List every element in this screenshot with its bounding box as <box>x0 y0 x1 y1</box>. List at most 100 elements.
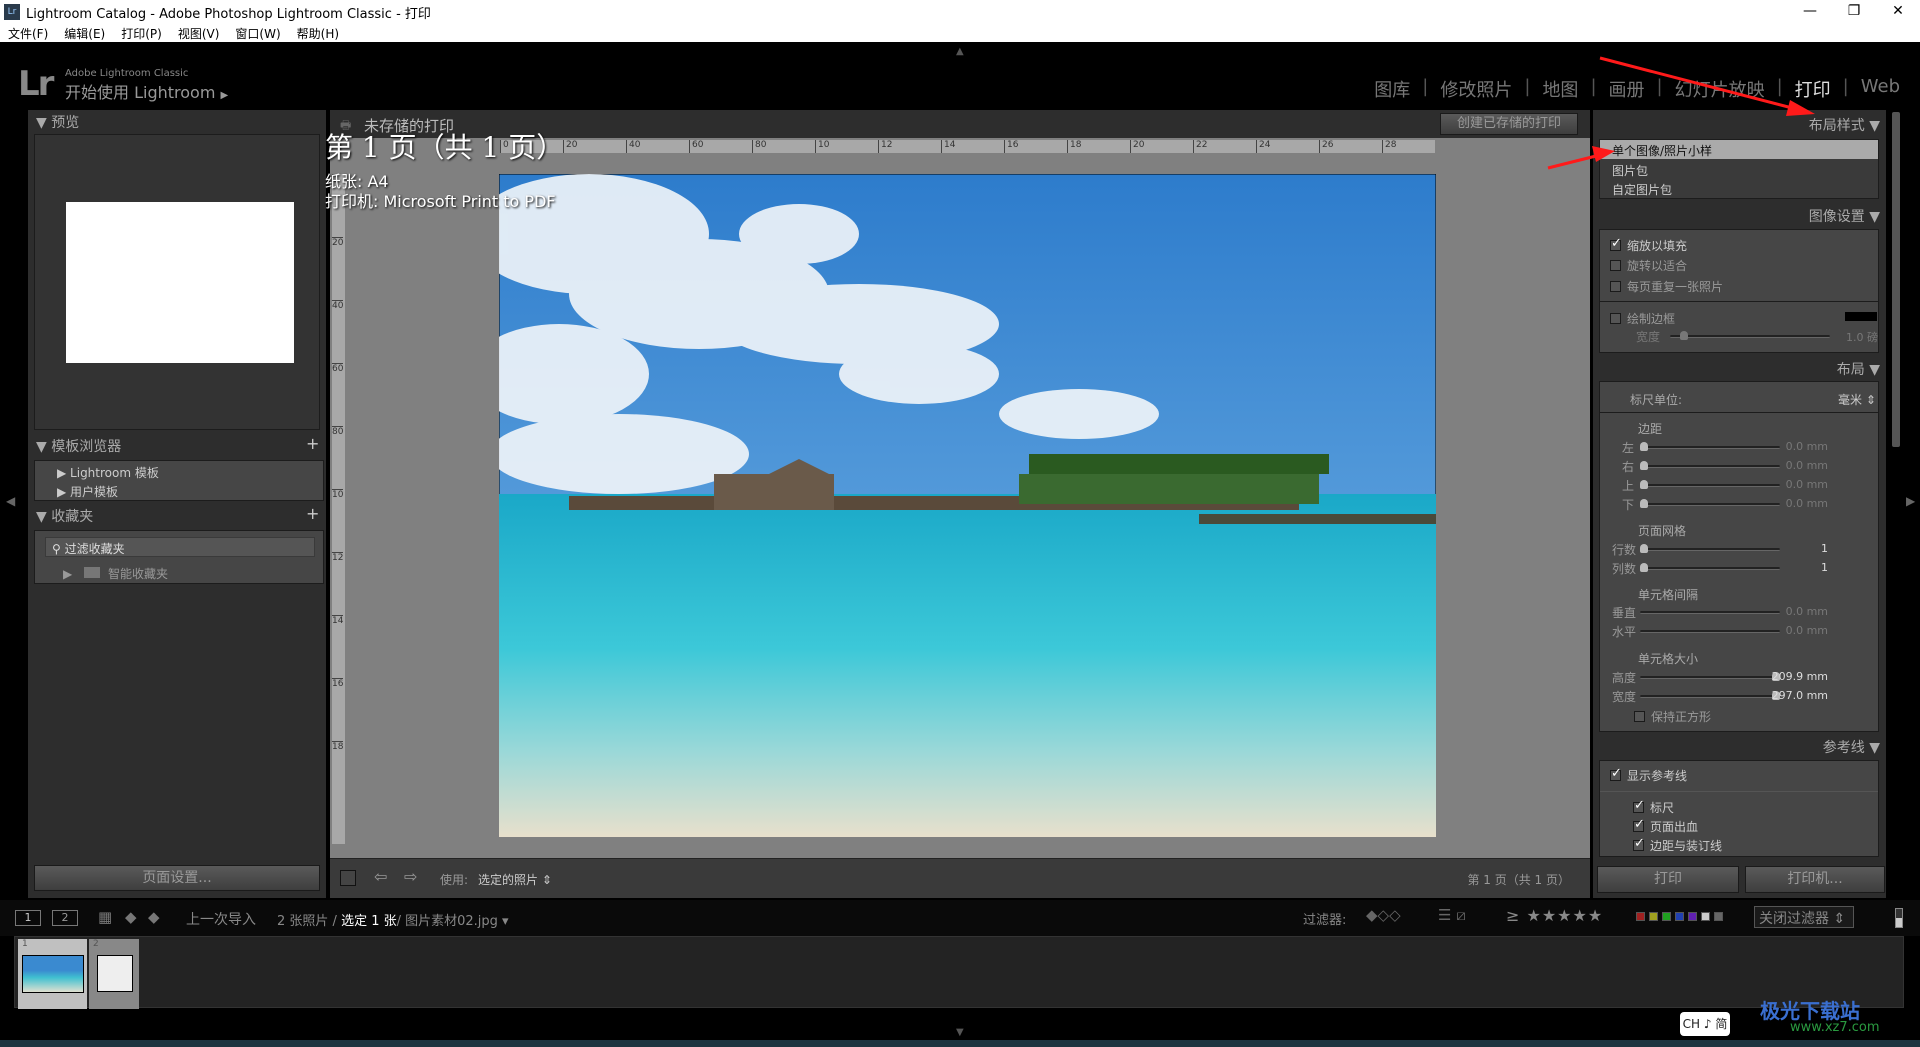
add-collection-icon[interactable]: + <box>306 504 319 523</box>
slider[interactable] <box>1640 630 1780 633</box>
filmstrip-info[interactable]: 2 张照片 / 选定 1 张/ 图片素材02.jpg ▾ <box>277 910 509 929</box>
module-web[interactable]: Web <box>1861 76 1900 102</box>
module-develop[interactable]: 修改照片 <box>1440 76 1512 102</box>
collapse-top-icon[interactable]: ▲ <box>956 46 964 57</box>
menu-window[interactable]: 窗口(W) <box>235 25 280 42</box>
repeat-one-photo-checkbox[interactable]: 每页重复一张照片 <box>1610 278 1723 295</box>
collapse-left-icon[interactable]: ◀ <box>6 494 15 508</box>
slider[interactable] <box>1640 611 1780 614</box>
menu-print[interactable]: 打印(P) <box>121 25 162 42</box>
close-icon[interactable]: ✕ <box>1876 0 1920 24</box>
page-bleed-checkbox[interactable]: 页面出血 <box>1633 817 1698 835</box>
template-folder-user[interactable]: ▶ 用户模板 <box>57 483 118 500</box>
slider-label: 左 <box>1621 441 1634 455</box>
ime-indicator[interactable]: CH ♪ 简 <box>1680 1012 1730 1036</box>
right-panel-scrollbar[interactable] <box>1892 112 1900 447</box>
zoom-to-fill-checkbox[interactable]: 缩放以填充 <box>1610 236 1687 254</box>
template-list: ▶ Lightroom 模板 ▶ 用户模板 <box>34 460 324 501</box>
menu-help[interactable]: 帮助(H) <box>297 25 339 42</box>
collapse-bottom-icon[interactable]: ▼ <box>956 1027 964 1038</box>
layout-style-picture-package[interactable]: 图片包 <box>1612 162 1648 179</box>
rotate-to-fit-checkbox[interactable]: 旋转以适合 <box>1610 257 1687 274</box>
color-label-swatch[interactable] <box>1649 912 1658 921</box>
filter-preset-select[interactable]: 关闭过滤器 ⇕ <box>1754 906 1854 928</box>
create-saved-print-button[interactable]: 创建已存储的打印 <box>1440 113 1578 135</box>
module-map[interactable]: 地图 <box>1542 76 1578 102</box>
slider-label: 宽度 <box>1612 690 1637 704</box>
menu-view[interactable]: 视图(V) <box>178 25 220 42</box>
secondary-window-button[interactable]: 2 <box>52 910 78 926</box>
slider[interactable] <box>1640 499 1780 508</box>
color-label-swatch[interactable] <box>1688 912 1697 921</box>
use-select[interactable]: 选定的照片 ⇕ <box>478 871 552 888</box>
star-rating-filter[interactable]: ≥ ★★★★★ <box>1506 906 1603 925</box>
grid-view-icon[interactable]: ▦ <box>98 908 112 926</box>
color-label-filter[interactable] <box>1636 912 1723 921</box>
maximize-icon[interactable]: ❐ <box>1832 0 1876 24</box>
document-thumbnail <box>97 955 133 992</box>
layout-style-list: 单个图像/照片小样 图片包 自定图片包 <box>1599 139 1879 199</box>
edit-filter-icons[interactable]: ☰ ⧄ <box>1438 906 1466 924</box>
template-browser-header[interactable]: ▼ 模板浏览器 <box>36 436 121 456</box>
filmstrip-thumb-2[interactable]: 2 <box>89 939 139 1009</box>
color-label-swatch[interactable] <box>1636 912 1645 921</box>
back-arrow-icon[interactable]: ◆ <box>125 908 137 926</box>
layout-style-single-image[interactable]: 单个图像/照片小样 <box>1600 140 1878 159</box>
print-button[interactable]: 打印 <box>1597 866 1739 893</box>
slider[interactable] <box>1640 563 1780 572</box>
color-label-swatch[interactable] <box>1714 912 1723 921</box>
menu-edit[interactable]: 编辑(E) <box>64 25 105 42</box>
border-width-slider[interactable] <box>1670 331 1830 340</box>
slider[interactable] <box>1640 442 1780 451</box>
collections-header[interactable]: ▼ 收藏夹 <box>36 506 93 526</box>
ruler-unit-select[interactable]: 毫米 ⇕ <box>1838 391 1876 408</box>
add-template-icon[interactable]: + <box>306 434 319 453</box>
filmstrip-thumb-1[interactable]: 1 <box>18 939 87 1009</box>
guides-header[interactable]: 参考线 ▼ <box>1823 737 1880 757</box>
layout-style-header[interactable]: 布局样式 ▼ <box>1809 115 1880 135</box>
previous-page-icon[interactable]: ⇦ <box>374 867 387 886</box>
minimize-icon[interactable]: — <box>1788 0 1832 24</box>
image-settings-box: 缩放以填充 旋转以适合 每页重复一张照片 绘制边框 宽度 1.0 磅 <box>1599 229 1879 353</box>
slider[interactable] <box>1640 461 1780 470</box>
page-setup-button[interactable]: 页面设置... <box>34 865 320 891</box>
color-label-swatch[interactable] <box>1662 912 1671 921</box>
primary-window-button[interactable]: 1 <box>15 910 41 926</box>
rulers-checkbox[interactable]: 标尺 <box>1633 798 1674 816</box>
slider-value: 1 <box>1821 561 1828 574</box>
preview-header[interactable]: ▼ 预览 <box>36 112 79 132</box>
module-print[interactable]: 打印 <box>1795 76 1831 102</box>
module-book[interactable]: 画册 <box>1609 76 1645 102</box>
view-toggle-button[interactable] <box>340 870 356 886</box>
source-label[interactable]: 上一次导入 <box>186 909 256 929</box>
identity-subtitle[interactable]: 开始使用 Lightroom ▶ <box>65 79 228 103</box>
border-color-swatch[interactable] <box>1845 312 1877 321</box>
collapse-right-icon[interactable]: ▶ <box>1906 494 1915 508</box>
printer-button[interactable]: 打印机... <box>1745 866 1885 893</box>
layout-style-custom-package[interactable]: 自定图片包 <box>1612 181 1672 198</box>
stroke-border-checkbox[interactable]: 绘制边框 <box>1610 310 1675 327</box>
slider[interactable] <box>1640 480 1780 489</box>
module-library[interactable]: 图库 <box>1374 76 1410 102</box>
show-guides-checkbox[interactable]: 显示参考线 <box>1610 766 1687 784</box>
smart-collections-folder[interactable]: ▶ 智能收藏夹 <box>63 565 168 582</box>
slider[interactable] <box>1640 672 1780 681</box>
template-folder-lightroom[interactable]: ▶ Lightroom 模板 <box>57 464 159 481</box>
forward-arrow-icon[interactable]: ◆ <box>148 908 160 926</box>
keep-square-checkbox[interactable]: 保持正方形 <box>1634 708 1711 725</box>
slider[interactable] <box>1640 691 1780 700</box>
photo <box>499 174 1436 837</box>
menu-file[interactable]: 文件(F) <box>8 25 48 42</box>
margins-gutters-checkbox[interactable]: 边距与装订线 <box>1633 836 1722 854</box>
image-settings-header[interactable]: 图像设置 ▼ <box>1809 206 1880 226</box>
filter-collections-input[interactable]: ⚲ 过滤收藏夹 <box>45 537 315 557</box>
slider[interactable] <box>1640 544 1780 553</box>
filter-toggle-switch[interactable] <box>1895 908 1903 928</box>
module-slideshow[interactable]: 幻灯片放映 <box>1675 76 1765 102</box>
color-label-swatch[interactable] <box>1675 912 1684 921</box>
flag-filter-icons[interactable]: ◆◇◇ <box>1366 906 1401 924</box>
filmstrip-bar: 1 2 ▦ ◆ ◆ 上一次导入 2 张照片 / 选定 1 张/ 图片素材02.j… <box>0 900 1920 936</box>
layout-header[interactable]: 布局 ▼ <box>1837 359 1880 379</box>
color-label-swatch[interactable] <box>1701 912 1710 921</box>
next-page-icon[interactable]: ⇨ <box>404 867 417 886</box>
